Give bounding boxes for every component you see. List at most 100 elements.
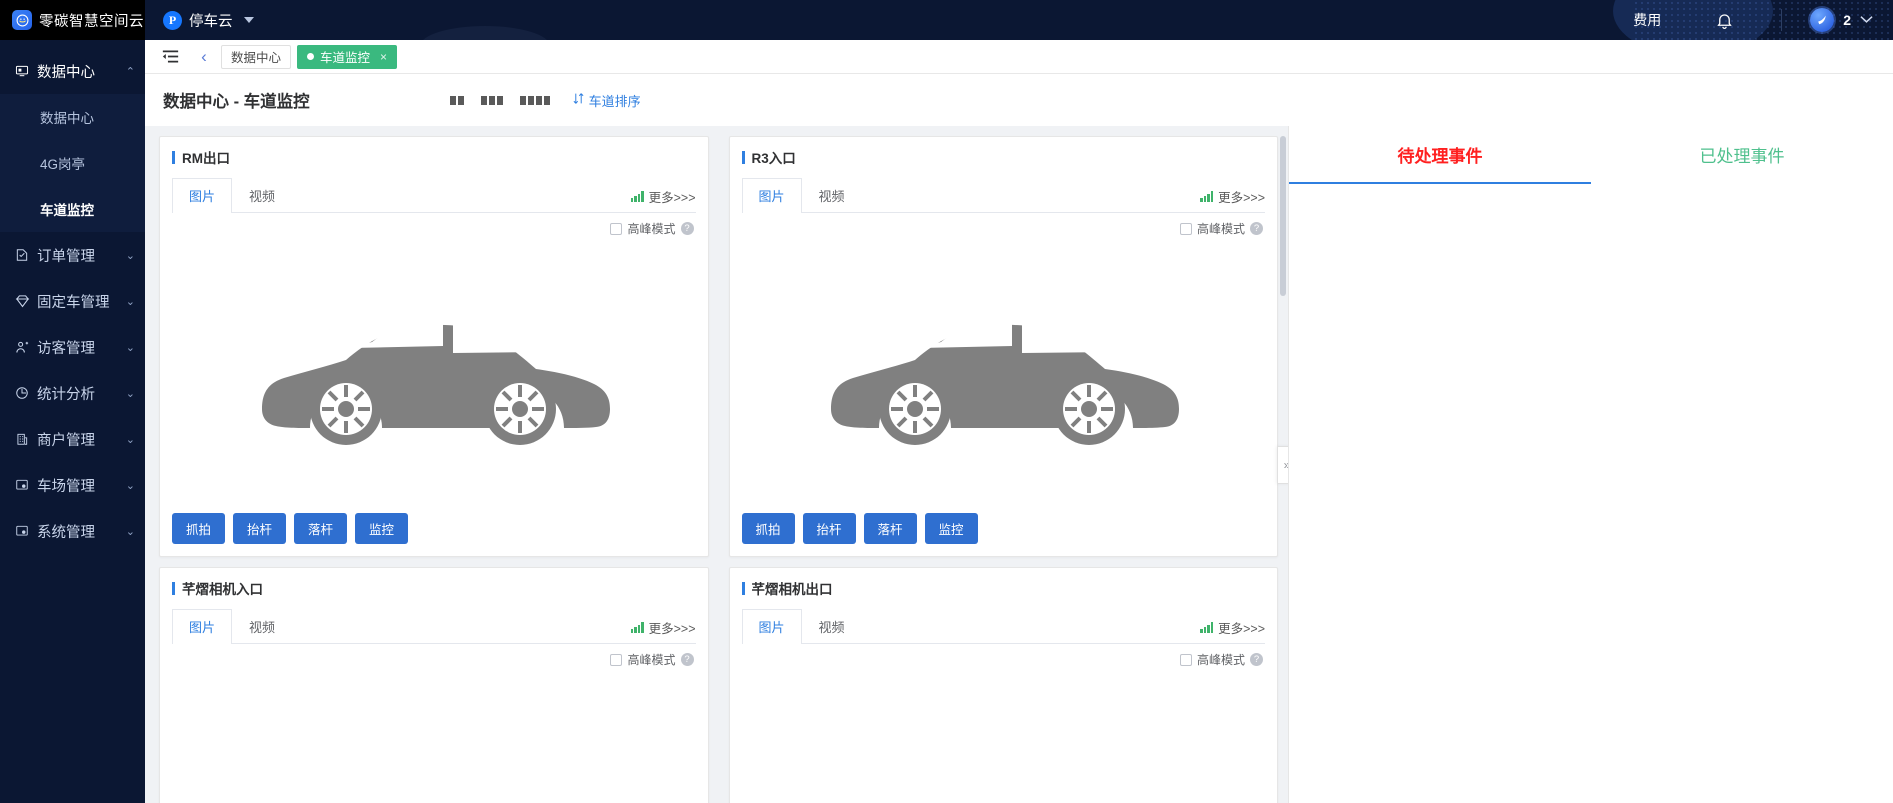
sidebar-item-merchant-management[interactable]: 商户管理 ⌄ [0, 416, 145, 462]
more-link[interactable]: 更多>>> [630, 618, 696, 643]
peak-mode-checkbox[interactable] [610, 653, 623, 666]
product-logo-icon: P [163, 10, 182, 30]
sidebar-item-parking-management[interactable]: 车场管理 ⌄ [0, 462, 145, 508]
chevron-down-icon[interactable]: ⌄ [126, 525, 135, 538]
sidebar-item-visitor-management[interactable]: 访客管理 ⌄ [0, 324, 145, 370]
capture-button[interactable]: 抓拍 [172, 513, 226, 544]
hamburger-menu-icon[interactable] [153, 40, 187, 74]
tab-image[interactable]: 图片 [172, 178, 233, 213]
visitor-icon [14, 340, 30, 355]
lane-sort-link[interactable]: 车道排序 [572, 91, 641, 110]
lower-gate-button[interactable]: 落杆 [294, 513, 348, 544]
sidebar-subitem-4g-booth[interactable]: 4G岗亭 [0, 140, 145, 186]
close-icon[interactable]: × [380, 50, 387, 64]
sidebar-label: 数据中心 [37, 64, 95, 81]
tab-image[interactable]: 图片 [172, 609, 233, 644]
tab-video[interactable]: 视频 [802, 178, 862, 213]
layout-switcher [449, 95, 550, 105]
sidebar-item-system-management[interactable]: 系统管理 ⌄ [0, 508, 145, 554]
top-bar: 零碳智慧空间云 P 停车云 费用 2 [0, 0, 1893, 40]
parking-gear-icon [14, 478, 30, 492]
lane-panels-area: RM出口 图片 视频 更多>>> 高峰模式 ? 抓拍 抬杆 落杆 监控 R3入口… [145, 126, 1288, 803]
panel-tabs: 图片 视频 更多>>> [741, 608, 1265, 644]
grid-2-icon[interactable] [449, 95, 464, 105]
chevron-down-icon[interactable] [243, 17, 254, 23]
sidebar-subitem-lane-monitor[interactable]: 车道监控 [0, 186, 145, 232]
panel-title-bar [172, 581, 175, 595]
lane-panel: RM出口 图片 视频 更多>>> 高峰模式 ? 抓拍 抬杆 落杆 监控 [159, 136, 709, 557]
sidebar-label: 固定车管理 [37, 294, 110, 311]
monitor-button[interactable]: 监控 [924, 513, 978, 544]
peak-mode-label: 高峰模式 [627, 653, 676, 667]
more-link[interactable]: 更多>>> [630, 187, 696, 212]
tab-image[interactable]: 图片 [741, 178, 802, 213]
question-mark-icon[interactable]: ? [1250, 222, 1263, 235]
raise-gate-button[interactable]: 抬杆 [233, 513, 287, 544]
more-label: 更多>>> [648, 622, 696, 636]
clock-pie-icon [14, 386, 30, 400]
panel-title-label: 芊熠相机出口 [751, 582, 833, 597]
question-mark-icon[interactable]: ? [680, 222, 694, 235]
more-label: 更多>>> [1218, 622, 1265, 636]
peak-mode-row: 高峰模式 ? [172, 213, 696, 237]
panel-tabs: 图片 视频 更多>>> [172, 608, 696, 644]
chevron-down-icon[interactable]: ⌄ [126, 387, 135, 400]
chevron-down-icon[interactable]: ⌄ [126, 433, 135, 446]
question-mark-icon[interactable]: ? [1250, 653, 1263, 666]
sidebar-item-order-management[interactable]: 订单管理 ⌄ [0, 232, 145, 278]
sidebar-label: 车场管理 [37, 478, 95, 495]
chevron-up-icon[interactable]: ⌃ [126, 65, 135, 78]
car-silhouette-icon [172, 237, 696, 505]
tab-image[interactable]: 图片 [741, 609, 802, 644]
tab-video[interactable]: 视频 [232, 178, 292, 213]
tab-handled-events[interactable]: 已处理事件 [1591, 126, 1893, 184]
avatar[interactable] [1810, 8, 1835, 32]
sidebar-item-fixed-vehicle[interactable]: 固定车管理 ⌄ [0, 278, 145, 324]
scrollbar-thumb[interactable] [1280, 136, 1286, 296]
user-menu-chevron-icon[interactable] [1860, 11, 1873, 29]
page-tab-lane-monitor[interactable]: 车道监控 × [297, 44, 398, 69]
grid-3-icon[interactable] [480, 95, 503, 105]
sidebar-label: 商户管理 [37, 432, 95, 449]
fee-link[interactable]: 费用 [1633, 10, 1661, 30]
peak-mode-checkbox[interactable] [1179, 653, 1192, 666]
tab-video[interactable]: 视频 [802, 609, 862, 644]
chevron-down-icon[interactable]: ⌄ [126, 341, 135, 354]
grid-4-icon[interactable] [519, 95, 550, 105]
lane-panel: R3入口 图片 视频 更多>>> 高峰模式 ? 抓拍 抬杆 落杆 监控 [728, 136, 1278, 557]
user-count: 2 [1843, 12, 1851, 28]
page-tab-label: 数据中心 [231, 51, 282, 65]
sidebar-item-data-center[interactable]: 数据中心 ⌃ [0, 48, 145, 94]
peak-mode-checkbox[interactable] [610, 222, 623, 235]
peak-mode-row: 高峰模式 ? [742, 213, 1266, 237]
sidebar-item-statistics[interactable]: 统计分析 ⌄ [0, 370, 145, 416]
more-link[interactable]: 更多>>> [1200, 618, 1265, 643]
peak-mode-label: 高峰模式 [1196, 653, 1245, 667]
events-list [1289, 184, 1893, 803]
peak-mode-label: 高峰模式 [627, 222, 676, 236]
monitor-button[interactable]: 监控 [355, 513, 409, 544]
product-switcher[interactable]: P 停车云 [163, 10, 254, 31]
chevron-left-icon[interactable]: ‹ [187, 40, 221, 74]
collapse-events-panel-button[interactable]: » [1277, 445, 1288, 484]
lower-gate-button[interactable]: 落杆 [863, 513, 917, 544]
chevron-down-icon[interactable]: ⌄ [126, 295, 135, 308]
capture-button[interactable]: 抓拍 [741, 513, 795, 544]
page-tab-data-center[interactable]: 数据中心 [221, 44, 292, 69]
signal-bars-icon [630, 622, 644, 633]
sidebar-subitem-data-center[interactable]: 数据中心 [0, 94, 145, 140]
more-link[interactable]: 更多>>> [1200, 187, 1265, 212]
raise-gate-button[interactable]: 抬杆 [802, 513, 856, 544]
more-label: 更多>>> [648, 191, 696, 205]
peak-mode-checkbox[interactable] [1179, 222, 1192, 235]
question-mark-icon[interactable]: ? [680, 653, 694, 666]
chevron-down-icon[interactable]: ⌄ [126, 249, 135, 262]
brand-block[interactable]: 零碳智慧空间云 [0, 0, 145, 40]
more-label: 更多>>> [1218, 191, 1265, 205]
lane-panel: 芊熠相机出口 图片 视频 更多>>> 高峰模式 ? [728, 567, 1278, 803]
product-name: 停车云 [189, 13, 233, 30]
tab-video[interactable]: 视频 [232, 609, 292, 644]
bell-icon[interactable] [1709, 5, 1739, 35]
tab-pending-events[interactable]: 待处理事件 [1289, 126, 1591, 184]
chevron-down-icon[interactable]: ⌄ [126, 479, 135, 492]
